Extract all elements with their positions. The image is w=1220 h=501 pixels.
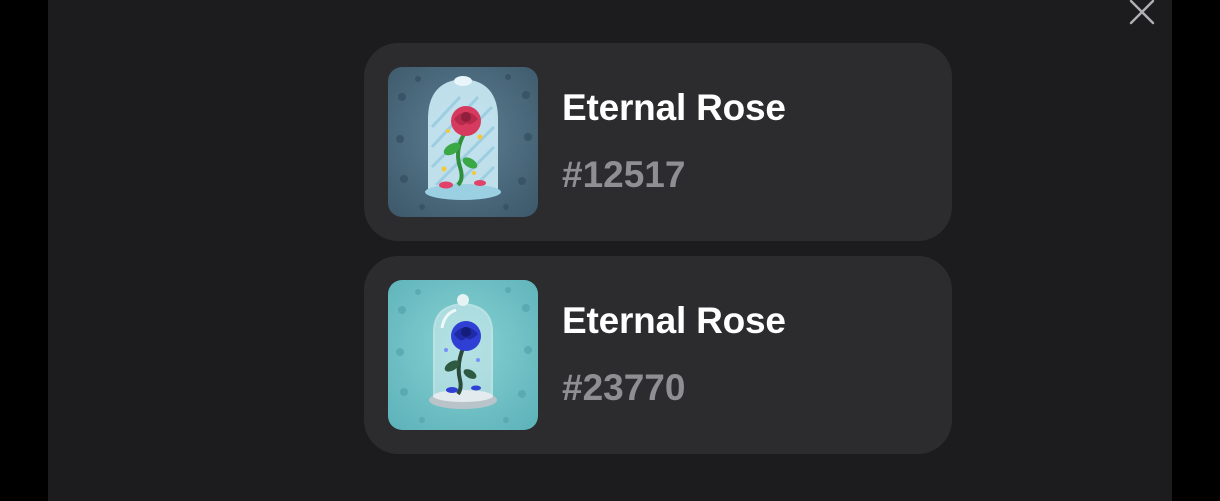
red-rose-dome-icon — [388, 67, 538, 217]
gift-list-modal: Eternal Rose #12517 Eternal Rose #23770 — [48, 0, 1172, 501]
close-icon — [1129, 0, 1155, 25]
gift-number: #12517 — [562, 154, 686, 195]
gift-number: #23770 — [562, 367, 686, 408]
gift-card[interactable]: Eternal Rose #23770 — [364, 256, 952, 454]
gift-card[interactable]: Eternal Rose #12517 — [364, 43, 952, 241]
gift-thumbnail — [388, 67, 538, 217]
blue-rose-dome-icon — [388, 280, 538, 430]
gift-name: Eternal Rose — [562, 300, 786, 341]
gift-thumbnail — [388, 280, 538, 430]
gift-name: Eternal Rose — [562, 87, 786, 128]
close-button[interactable] — [1124, 0, 1160, 30]
